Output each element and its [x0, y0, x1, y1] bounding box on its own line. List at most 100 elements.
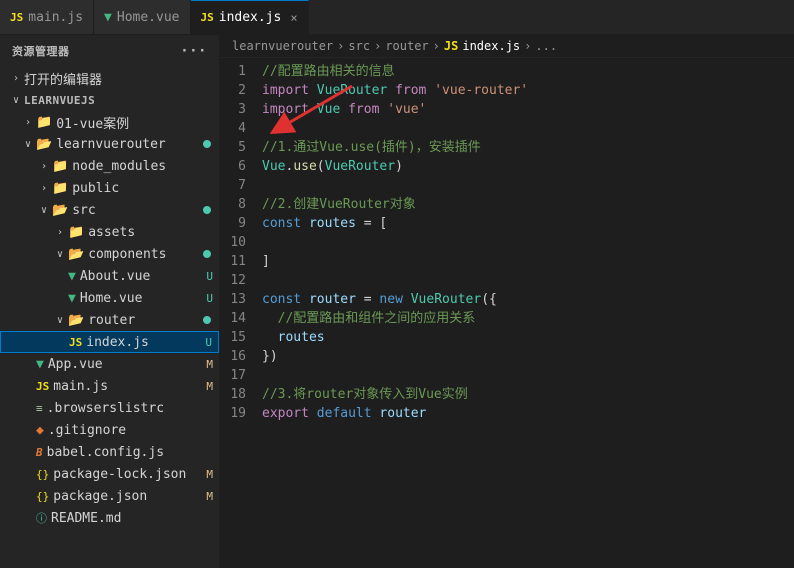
- line-number: 19: [220, 404, 262, 423]
- breadcrumb-index-js: index.js: [462, 39, 520, 53]
- line-content: //配置路由相关的信息: [262, 62, 794, 81]
- line-content: const router = new VueRouter({: [262, 290, 794, 309]
- sidebar-item-app-vue[interactable]: ▼ App.vue M: [0, 353, 219, 375]
- line-number: 17: [220, 366, 262, 385]
- tab-close-button[interactable]: ×: [290, 11, 297, 25]
- code-line-11: 11 ]: [220, 252, 794, 271]
- line-number: 3: [220, 100, 262, 119]
- sidebar-item-index-js-label: index.js: [86, 335, 205, 350]
- sidebar-item-package-lock[interactable]: {} package-lock.json M: [0, 463, 219, 485]
- sidebar-item-package-lock-label: package-lock.json: [53, 467, 206, 482]
- code-line-15: 15 routes: [220, 328, 794, 347]
- tab-home-vue[interactable]: ▼ Home.vue: [94, 0, 190, 34]
- sidebar-item-router-label: router: [88, 313, 203, 328]
- sidebar-item-src[interactable]: ∨ 📂 src: [0, 199, 219, 221]
- sidebar-item-components-label: components: [88, 247, 203, 262]
- sidebar-item-gitignore[interactable]: ◆ .gitignore: [0, 419, 219, 441]
- folder-icon: 📁: [52, 181, 68, 196]
- line-content: [262, 176, 794, 195]
- sidebar-item-learnvuerouter[interactable]: ∨ 📂 learnvuerouter: [0, 133, 219, 155]
- code-line-7: 7: [220, 176, 794, 195]
- line-number: 2: [220, 81, 262, 100]
- sidebar-item-01vue-label: 01-vue案例: [56, 113, 219, 132]
- sidebar-item-about-vue-label: About.vue: [80, 269, 207, 284]
- line-content: [262, 271, 794, 290]
- chevron-down-icon: ∨: [20, 139, 36, 150]
- js-icon: JS: [201, 11, 214, 24]
- sidebar-item-gitignore-label: .gitignore: [48, 423, 219, 438]
- modified-badge: M: [206, 358, 213, 371]
- line-content: [262, 119, 794, 138]
- sidebar-item-learnvuejs[interactable]: ∨ LEARNVUEJS: [0, 89, 219, 111]
- opened-editors-label: 打开的编辑器: [24, 69, 219, 88]
- line-content: //配置路由和组件之间的应用关系: [262, 309, 794, 328]
- breadcrumb: learnvuerouter › src › router › JS index…: [220, 35, 794, 58]
- line-number: 7: [220, 176, 262, 195]
- line-content: routes: [262, 328, 794, 347]
- sidebar-item-browserslistrc-label: .browserslistrc: [47, 401, 219, 416]
- sidebar-item-router[interactable]: ∨ 📂 router: [0, 309, 219, 331]
- sidebar-item-components[interactable]: ∨ 📂 components: [0, 243, 219, 265]
- line-number: 6: [220, 157, 262, 176]
- breadcrumb-arrow: ›: [524, 39, 531, 53]
- sidebar-item-main-js[interactable]: JS main.js M: [0, 375, 219, 397]
- folder-open-icon: 📂: [36, 137, 52, 152]
- sidebar-item-package-json-label: package.json: [53, 489, 206, 504]
- tab-bar: JS main.js ▼ Home.vue JS index.js ×: [0, 0, 794, 35]
- tab-index-js[interactable]: JS index.js ×: [191, 0, 309, 34]
- sidebar-item-app-vue-label: App.vue: [48, 357, 207, 372]
- chevron-down-icon: ∨: [36, 205, 52, 216]
- sidebar-item-main-js-label: main.js: [53, 379, 206, 394]
- modified-badge: U: [205, 336, 212, 349]
- folder-icon: 📁: [68, 225, 84, 240]
- code-line-12: 12: [220, 271, 794, 290]
- code-line-1: 1 //配置路由相关的信息: [220, 62, 794, 81]
- chevron-right-icon: ›: [36, 161, 52, 172]
- vue-icon: ▼: [68, 291, 76, 306]
- babel-icon: B: [36, 446, 43, 459]
- readme-icon: ⓘ: [36, 510, 47, 526]
- vue-icon: ▼: [104, 10, 112, 25]
- sidebar-item-home-vue[interactable]: ▼ Home.vue U: [0, 287, 219, 309]
- line-number: 18: [220, 385, 262, 404]
- breadcrumb-ellipsis: ...: [535, 39, 557, 53]
- sidebar-item-public-label: public: [72, 181, 219, 196]
- tab-main-js[interactable]: JS main.js: [0, 0, 94, 34]
- code-line-16: 16 }): [220, 347, 794, 366]
- folder-open-icon: 📂: [68, 313, 84, 328]
- line-content: [262, 233, 794, 252]
- js-icon: JS: [36, 380, 49, 393]
- sidebar-item-browserslistrc[interactable]: ≡ .browserslistrc: [0, 397, 219, 419]
- sidebar-menu-button[interactable]: ···: [180, 43, 207, 59]
- line-number: 10: [220, 233, 262, 252]
- line-number: 11: [220, 252, 262, 271]
- sidebar-item-public[interactable]: › 📁 public: [0, 177, 219, 199]
- code-line-9: 9 const routes = [: [220, 214, 794, 233]
- chevron-down-icon: ∨: [52, 315, 68, 326]
- sidebar-item-readme[interactable]: ⓘ README.md: [0, 507, 219, 529]
- sidebar-item-package-json[interactable]: {} package.json M: [0, 485, 219, 507]
- modified-dot: [203, 206, 211, 214]
- breadcrumb-arrow: ›: [433, 39, 440, 53]
- browsers-icon: ≡: [36, 402, 43, 415]
- chevron-right-icon: ›: [36, 183, 52, 194]
- breadcrumb-arrow: ›: [337, 39, 344, 53]
- line-content: export default router: [262, 404, 794, 423]
- sidebar-item-assets[interactable]: › 📁 assets: [0, 221, 219, 243]
- json-icon: {}: [36, 468, 49, 481]
- sidebar-item-babel-config[interactable]: B babel.config.js: [0, 441, 219, 463]
- sidebar-item-01vue[interactable]: › 📁 01-vue案例: [0, 111, 219, 133]
- folder-open-icon: 📂: [68, 247, 84, 262]
- modified-dot: [203, 250, 211, 258]
- code-line-18: 18 //3.将router对象传入到Vue实例: [220, 385, 794, 404]
- sidebar-item-node-modules[interactable]: › 📁 node_modules: [0, 155, 219, 177]
- opened-editors-section[interactable]: › 打开的编辑器: [0, 67, 219, 89]
- sidebar-item-node-modules-label: node_modules: [72, 159, 219, 174]
- sidebar-header: 资源管理器 ···: [0, 35, 219, 67]
- sidebar-item-about-vue[interactable]: ▼ About.vue U: [0, 265, 219, 287]
- code-editor[interactable]: 1 //配置路由相关的信息 2 import VueRouter from 'v…: [220, 58, 794, 568]
- line-number: 9: [220, 214, 262, 233]
- line-number: 14: [220, 309, 262, 328]
- code-line-13: 13 const router = new VueRouter({: [220, 290, 794, 309]
- sidebar-item-index-js[interactable]: JS index.js U: [0, 331, 219, 353]
